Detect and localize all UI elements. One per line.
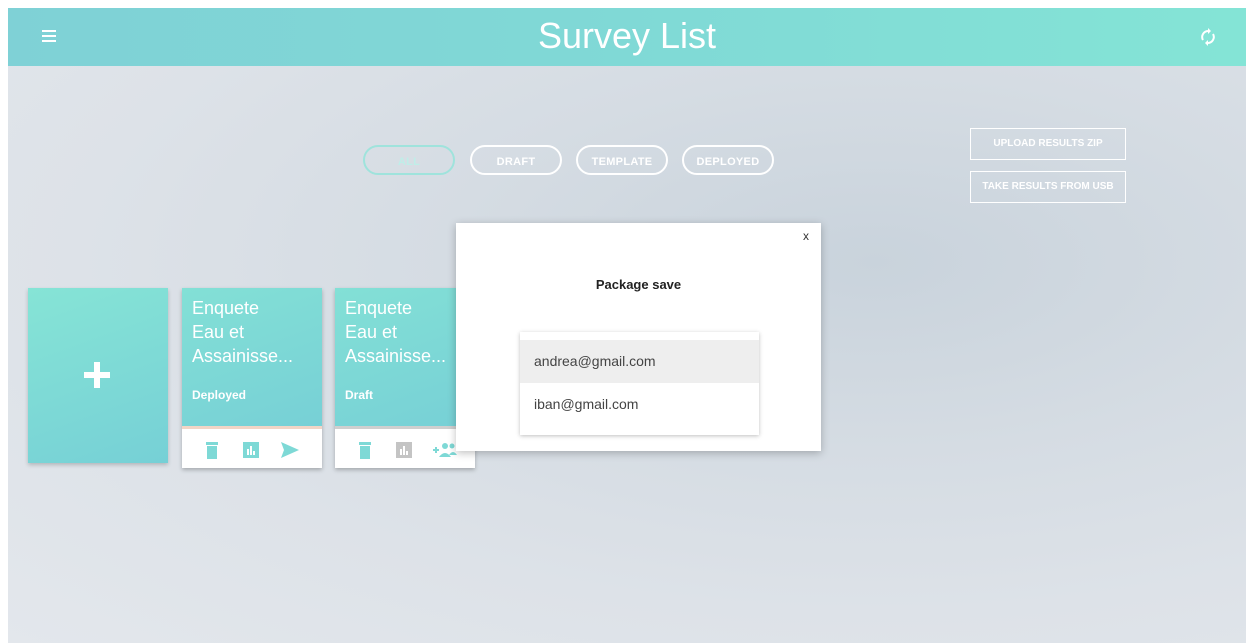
survey-name: Enquete Eau et Assainisse... — [345, 298, 447, 366]
close-button[interactable]: x — [803, 229, 809, 243]
filter-deployed[interactable]: DEPLOYED — [682, 145, 774, 175]
trash-icon[interactable] — [202, 441, 222, 459]
send-icon[interactable] — [280, 441, 300, 459]
trash-icon[interactable] — [355, 441, 375, 459]
survey-card-actions — [335, 429, 475, 468]
add-survey-card[interactable] — [28, 288, 168, 463]
page-title: Survey List — [537, 15, 717, 56]
list-item[interactable]: iban@gmail.com — [520, 383, 759, 426]
sync-icon[interactable] — [1198, 27, 1218, 47]
list-item[interactable]: andrea@gmail.com — [520, 340, 759, 383]
filter-template[interactable]: TEMPLATE — [576, 145, 668, 175]
app-frame: Survey List ALL DRAFT TEMPLATE DEPLOYED … — [8, 8, 1246, 643]
survey-card-header: Enquete Eau et Assainisse... Draft — [335, 288, 475, 426]
filter-draft[interactable]: DRAFT — [470, 145, 562, 175]
app-bar: Survey List — [8, 8, 1246, 66]
dialog-title: Package save — [595, 277, 682, 292]
plus-icon — [84, 362, 110, 388]
package-save-dialog: x Package save andrea@gmail.com iban@gma… — [456, 223, 821, 451]
add-users-icon[interactable] — [433, 441, 457, 459]
email-list: andrea@gmail.com iban@gmail.com — [520, 332, 759, 435]
chart-icon[interactable] — [241, 441, 261, 459]
survey-status: Deployed — [192, 388, 247, 402]
chart-icon[interactable] — [394, 441, 414, 459]
survey-name: Enquete Eau et Assainisse... — [192, 298, 294, 366]
filter-all[interactable]: ALL — [363, 145, 455, 175]
survey-card-header: Enquete Eau et Assainisse... Deployed — [182, 288, 322, 426]
upload-results-zip-button[interactable]: UPLOAD RESULTS ZIP — [970, 128, 1126, 160]
survey-card[interactable]: Enquete Eau et Assainisse... Draft — [335, 288, 475, 468]
survey-card[interactable]: Enquete Eau et Assainisse... Deployed — [182, 288, 322, 468]
survey-card-actions — [182, 429, 322, 468]
take-results-from-usb-button[interactable]: TAKE RESULTS FROM USB — [970, 171, 1126, 203]
survey-status: Draft — [345, 388, 374, 402]
